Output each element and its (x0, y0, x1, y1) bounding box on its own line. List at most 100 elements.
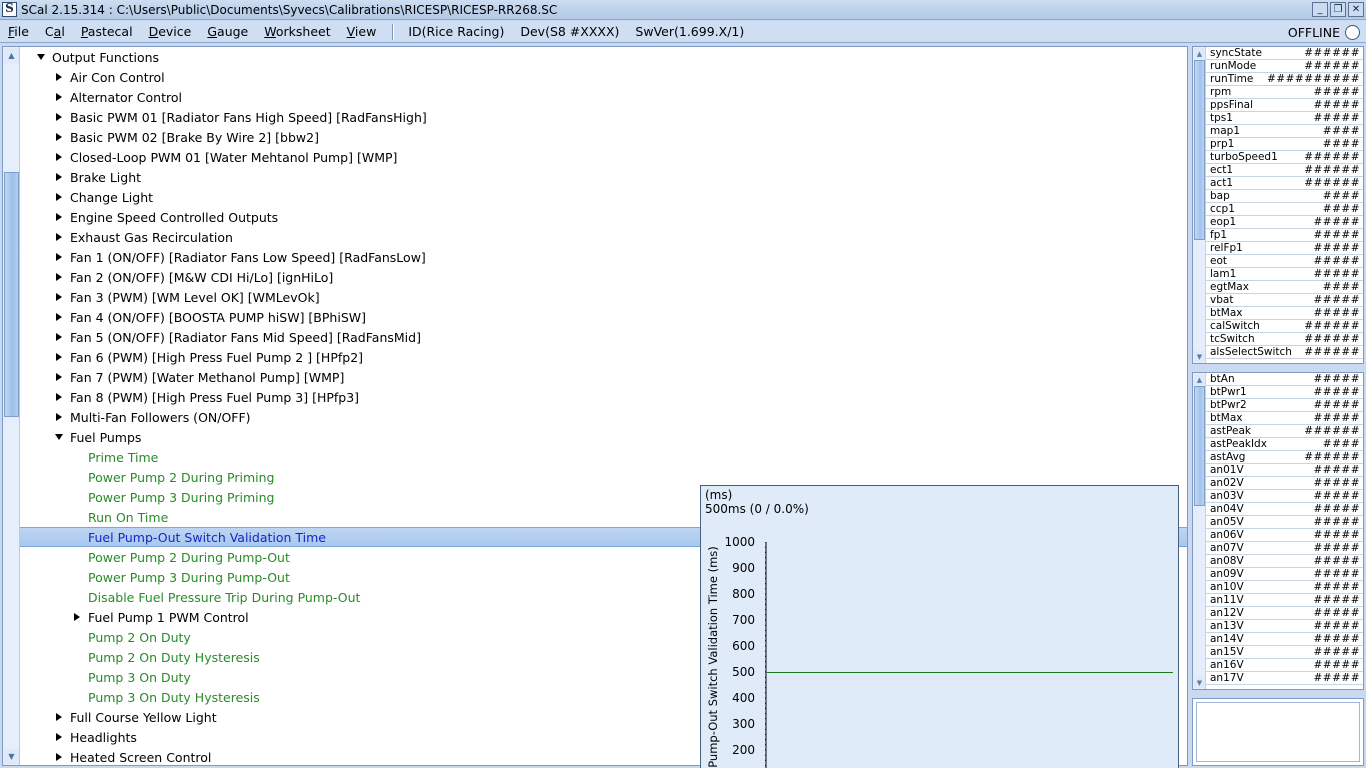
telemetry-row[interactable]: an17V ##### (1206, 672, 1363, 685)
telemetry-row[interactable]: tps1 ##### (1206, 112, 1363, 125)
tree-expand-chevron-right-icon[interactable] (52, 227, 66, 247)
telemetry-2-scroll-up-icon[interactable]: ▲ (1194, 374, 1205, 385)
tree-expand-chevron-right-icon[interactable] (52, 107, 66, 127)
tree-row[interactable]: Fan 6 (PWM) [High Press Fuel Pump 2 ] [H… (20, 347, 1187, 367)
telemetry-row[interactable]: lam1 ##### (1206, 268, 1363, 281)
telemetry-row[interactable]: map1 #### (1206, 125, 1363, 138)
tree-expand-chevron-right-icon[interactable] (52, 167, 66, 187)
telemetry-row[interactable]: btMax ##### (1206, 307, 1363, 320)
menu-cal[interactable]: Cal (37, 21, 73, 43)
telemetry-row[interactable]: runMode ###### (1206, 60, 1363, 73)
menu-pastecal[interactable]: Pastecal (73, 21, 141, 43)
tree-row[interactable]: Exhaust Gas Recirculation (20, 227, 1187, 247)
telemetry-row[interactable]: btPwr1 ##### (1206, 386, 1363, 399)
tree-expand-chevron-right-icon[interactable] (52, 207, 66, 227)
scrollbar-thumb[interactable] (4, 172, 19, 417)
telemetry-row[interactable]: an04V ##### (1206, 503, 1363, 516)
scroll-up-arrow-icon[interactable]: ▲ (4, 48, 19, 63)
telemetry-row[interactable]: bap #### (1206, 190, 1363, 203)
tree-expand-chevron-right-icon[interactable] (52, 307, 66, 327)
tree-row[interactable]: Output Functions (20, 47, 1187, 67)
telemetry-row[interactable]: an09V ##### (1206, 568, 1363, 581)
telemetry-row[interactable]: an05V ##### (1206, 516, 1363, 529)
telemetry-2-scroll-down-icon[interactable]: ▼ (1194, 677, 1205, 688)
tree-collapse-chevron-down-icon[interactable] (34, 47, 48, 67)
scroll-down-arrow-icon[interactable]: ▼ (4, 749, 19, 764)
telemetry-1-scroll-down-icon[interactable]: ▼ (1194, 351, 1205, 362)
tree-expand-chevron-right-icon[interactable] (52, 387, 66, 407)
status-output-panel[interactable] (1192, 698, 1364, 766)
tree-row[interactable]: Fan 2 (ON/OFF) [M&W CDI Hi/Lo] [ignHiLo] (20, 267, 1187, 287)
tree-row[interactable]: Change Light (20, 187, 1187, 207)
tree-expand-chevron-right-icon[interactable] (52, 127, 66, 147)
tree-expand-chevron-right-icon[interactable] (52, 407, 66, 427)
telemetry-row[interactable]: an12V ##### (1206, 607, 1363, 620)
tree-row[interactable]: Closed-Loop PWM 01 [Water Mehtanol Pump]… (20, 147, 1187, 167)
tree-expand-chevron-right-icon[interactable] (52, 287, 66, 307)
tree-expand-chevron-right-icon[interactable] (52, 707, 66, 727)
minimize-button[interactable]: _ (1312, 2, 1328, 17)
tree-expand-chevron-right-icon[interactable] (52, 247, 66, 267)
tree-row[interactable]: Fuel Pumps (20, 427, 1187, 447)
telemetry-row[interactable]: relFp1 ##### (1206, 242, 1363, 255)
telemetry-row[interactable]: an03V ##### (1206, 490, 1363, 503)
tree-expand-chevron-right-icon[interactable] (70, 607, 84, 627)
menu-file[interactable]: File (0, 21, 37, 43)
tree-expand-chevron-right-icon[interactable] (52, 747, 66, 765)
telemetry-row[interactable]: an10V ##### (1206, 581, 1363, 594)
tree-row[interactable]: Alternator Control (20, 87, 1187, 107)
tree-row[interactable]: Air Con Control (20, 67, 1187, 87)
tree-expand-chevron-right-icon[interactable] (52, 147, 66, 167)
tree-expand-chevron-right-icon[interactable] (52, 367, 66, 387)
tree-row[interactable]: Fan 3 (PWM) [WM Level OK] [WMLevOk] (20, 287, 1187, 307)
tree-row[interactable]: Fan 4 (ON/OFF) [BOOSTA PUMP hiSW] [BPhiS… (20, 307, 1187, 327)
telemetry-row[interactable]: an02V ##### (1206, 477, 1363, 490)
telemetry-row[interactable]: eop1 ##### (1206, 216, 1363, 229)
tree-expand-chevron-right-icon[interactable] (52, 327, 66, 347)
telemetry-row[interactable]: an07V ##### (1206, 542, 1363, 555)
telemetry-row[interactable]: an13V ##### (1206, 620, 1363, 633)
telemetry-row[interactable]: tcSwitch ###### (1206, 333, 1363, 346)
telemetry-2-scrollbar[interactable]: ▲ ▼ (1193, 373, 1206, 689)
menu-worksheet[interactable]: Worksheet (256, 21, 338, 43)
tree-collapse-chevron-down-icon[interactable] (52, 427, 66, 447)
tree-expand-chevron-right-icon[interactable] (52, 267, 66, 287)
menu-gauge[interactable]: Gauge (199, 21, 256, 43)
telemetry-row[interactable]: act1 ###### (1206, 177, 1363, 190)
telemetry-row[interactable]: an15V ##### (1206, 646, 1363, 659)
tree-expand-chevron-right-icon[interactable] (52, 187, 66, 207)
tree-row[interactable]: Fan 5 (ON/OFF) [Radiator Fans Mid Speed]… (20, 327, 1187, 347)
menu-view[interactable]: View (339, 21, 385, 43)
telemetry-row[interactable]: astPeak ###### (1206, 425, 1363, 438)
tree-row[interactable]: Fan 8 (PWM) [High Press Fuel Pump 3] [HP… (20, 387, 1187, 407)
tree-row[interactable]: Multi-Fan Followers (ON/OFF) (20, 407, 1187, 427)
tree-row[interactable]: Basic PWM 01 [Radiator Fans High Speed] … (20, 107, 1187, 127)
tree-expand-chevron-right-icon[interactable] (52, 347, 66, 367)
telemetry-row[interactable]: ccp1 #### (1206, 203, 1363, 216)
telemetry-row[interactable]: an11V ##### (1206, 594, 1363, 607)
telemetry-row[interactable]: runTime ########## (1206, 73, 1363, 86)
telemetry-row[interactable]: vbat ##### (1206, 294, 1363, 307)
telemetry-row[interactable]: an06V ##### (1206, 529, 1363, 542)
telemetry-1-scrollbar-thumb[interactable] (1194, 60, 1205, 240)
telemetry-row[interactable]: btAn ##### (1206, 373, 1363, 386)
telemetry-2-scrollbar-thumb[interactable] (1194, 386, 1205, 506)
telemetry-row[interactable]: an08V ##### (1206, 555, 1363, 568)
telemetry-row[interactable]: astAvg ###### (1206, 451, 1363, 464)
tree-row[interactable]: Fan 1 (ON/OFF) [Radiator Fans Low Speed]… (20, 247, 1187, 267)
telemetry-row[interactable]: syncState ###### (1206, 47, 1363, 60)
calibration-chart-panel[interactable]: (ms) 500ms (0 / 0.0%) Fuel Pump-Out Swit… (700, 485, 1179, 768)
telemetry-row[interactable]: an16V ##### (1206, 659, 1363, 672)
telemetry-row[interactable]: ect1 ###### (1206, 164, 1363, 177)
tree-expand-chevron-right-icon[interactable] (52, 67, 66, 87)
menu-device[interactable]: Device (141, 21, 200, 43)
tree-row[interactable]: Prime Time (20, 447, 1187, 467)
tree-expand-chevron-right-icon[interactable] (52, 727, 66, 747)
telemetry-row[interactable]: btMax ##### (1206, 412, 1363, 425)
telemetry-row[interactable]: turboSpeed1 ###### (1206, 151, 1363, 164)
telemetry-row[interactable]: ppsFinal ##### (1206, 99, 1363, 112)
telemetry-1-scrollbar[interactable]: ▲ ▼ (1193, 47, 1206, 363)
tree-row[interactable]: Engine Speed Controlled Outputs (20, 207, 1187, 227)
telemetry-row[interactable]: calSwitch ###### (1206, 320, 1363, 333)
telemetry-row[interactable]: fp1 ##### (1206, 229, 1363, 242)
